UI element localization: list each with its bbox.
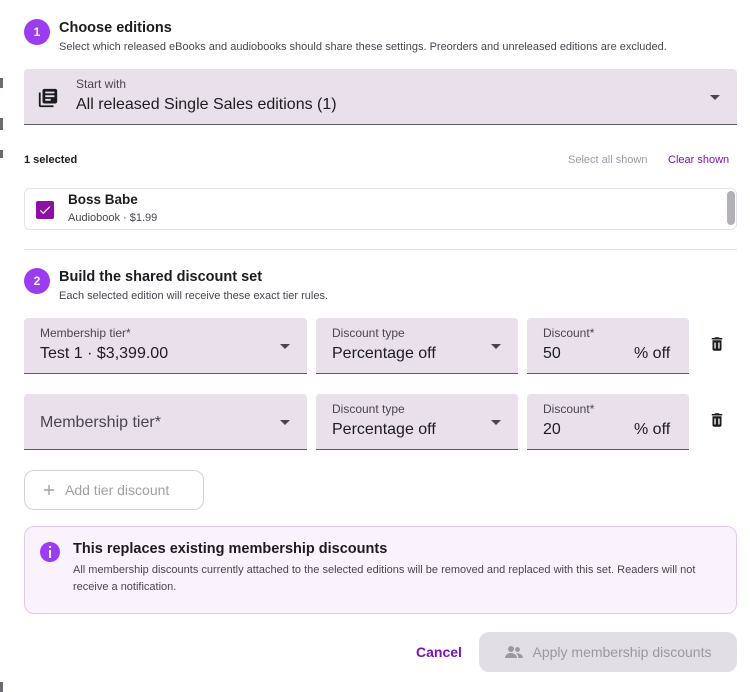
step-2-description: Each selected edition will receive these… bbox=[59, 290, 329, 302]
discount-type-select-1[interactable]: Discount type Percentage off bbox=[316, 318, 518, 374]
edition-checkbox[interactable] bbox=[36, 201, 54, 219]
step-1-number: 1 bbox=[33, 25, 41, 39]
add-tier-discount-button[interactable]: Add tier discount bbox=[24, 470, 204, 510]
membership-tier-value: Test 1 · $3,399.00 bbox=[40, 345, 169, 362]
discount-type-select-2[interactable]: Discount type Percentage off bbox=[316, 394, 518, 450]
discount-label: Discount* bbox=[543, 326, 595, 340]
plus-icon bbox=[44, 485, 54, 495]
apply-membership-discounts-button[interactable]: Apply membership discounts bbox=[479, 632, 737, 672]
edition-title: Boss Babe bbox=[68, 192, 138, 207]
discount-type-value: Percentage off bbox=[332, 345, 436, 362]
cancel-button[interactable]: Cancel bbox=[416, 644, 462, 660]
discount-value: 20 bbox=[543, 421, 561, 438]
selected-count: 1 selected bbox=[24, 154, 78, 166]
replace-warning-notice: This replaces existing membership discou… bbox=[24, 526, 737, 614]
background-mark bbox=[0, 78, 3, 88]
chevron-down-icon bbox=[280, 420, 290, 425]
clear-shown-button[interactable]: Clear shown bbox=[668, 154, 729, 166]
chevron-down-icon bbox=[280, 344, 290, 349]
start-with-label: Start with bbox=[76, 77, 127, 91]
section-divider bbox=[24, 249, 737, 250]
discount-type-label: Discount type bbox=[332, 402, 405, 416]
list-scrollbar[interactable] bbox=[727, 191, 735, 225]
discount-suffix: % off bbox=[634, 345, 671, 362]
background-mark bbox=[0, 150, 3, 158]
discount-type-value: Percentage off bbox=[332, 421, 436, 438]
notice-title: This replaces existing membership discou… bbox=[73, 541, 388, 557]
discount-suffix: % off bbox=[634, 421, 671, 438]
background-mark bbox=[0, 118, 3, 130]
apply-button-label: Apply membership discounts bbox=[532, 644, 712, 660]
membership-tier-placeholder: Membership tier* bbox=[40, 414, 161, 431]
editions-list: Boss Babe Audiobook · $1.99 bbox=[24, 188, 737, 230]
delete-icon[interactable] bbox=[707, 409, 727, 431]
membership-tier-select-2[interactable]: Membership tier* bbox=[24, 394, 307, 450]
notice-body: All membership discounts currently attac… bbox=[73, 564, 696, 593]
start-with-value: All released Single Sales editions (1) bbox=[76, 96, 337, 113]
discount-label: Discount* bbox=[543, 402, 595, 416]
step-1-title: Choose editions bbox=[59, 20, 172, 36]
membership-tier-label: Membership tier* bbox=[40, 326, 131, 340]
info-icon bbox=[40, 542, 60, 562]
membership-tier-select-1[interactable]: Membership tier* Test 1 · $3,399.00 bbox=[24, 318, 307, 374]
edition-meta: Audiobook · $1.99 bbox=[68, 212, 158, 224]
delete-icon[interactable] bbox=[707, 333, 727, 355]
step-1-badge: 1 bbox=[24, 19, 50, 45]
step-2-number: 2 bbox=[33, 274, 41, 288]
membership-discount-dialog: 1 Choose editions Select which released … bbox=[4, 0, 750, 692]
step-2-title: Build the shared discount set bbox=[59, 269, 263, 285]
discount-type-label: Discount type bbox=[332, 326, 405, 340]
chevron-down-icon bbox=[491, 420, 501, 425]
background-mark bbox=[0, 682, 3, 692]
step-2-badge: 2 bbox=[24, 268, 50, 294]
discount-input-2[interactable]: Discount* 20 % off bbox=[527, 394, 689, 450]
add-tier-discount-label: Add tier discount bbox=[65, 482, 170, 498]
group-icon bbox=[504, 646, 523, 658]
discount-input-1[interactable]: Discount* 50 % off bbox=[527, 318, 689, 374]
list-item[interactable]: Boss Babe Audiobook · $1.99 bbox=[25, 189, 725, 229]
start-with-select[interactable]: Start with All released Single Sales edi… bbox=[24, 69, 737, 125]
chevron-down-icon bbox=[710, 95, 720, 100]
step-1-description: Select which released eBooks and audiobo… bbox=[59, 41, 667, 53]
select-all-shown-button[interactable]: Select all shown bbox=[568, 154, 648, 166]
chevron-down-icon bbox=[491, 344, 501, 349]
library-books-icon bbox=[37, 87, 59, 114]
discount-value: 50 bbox=[543, 345, 561, 362]
check-icon bbox=[39, 206, 51, 215]
